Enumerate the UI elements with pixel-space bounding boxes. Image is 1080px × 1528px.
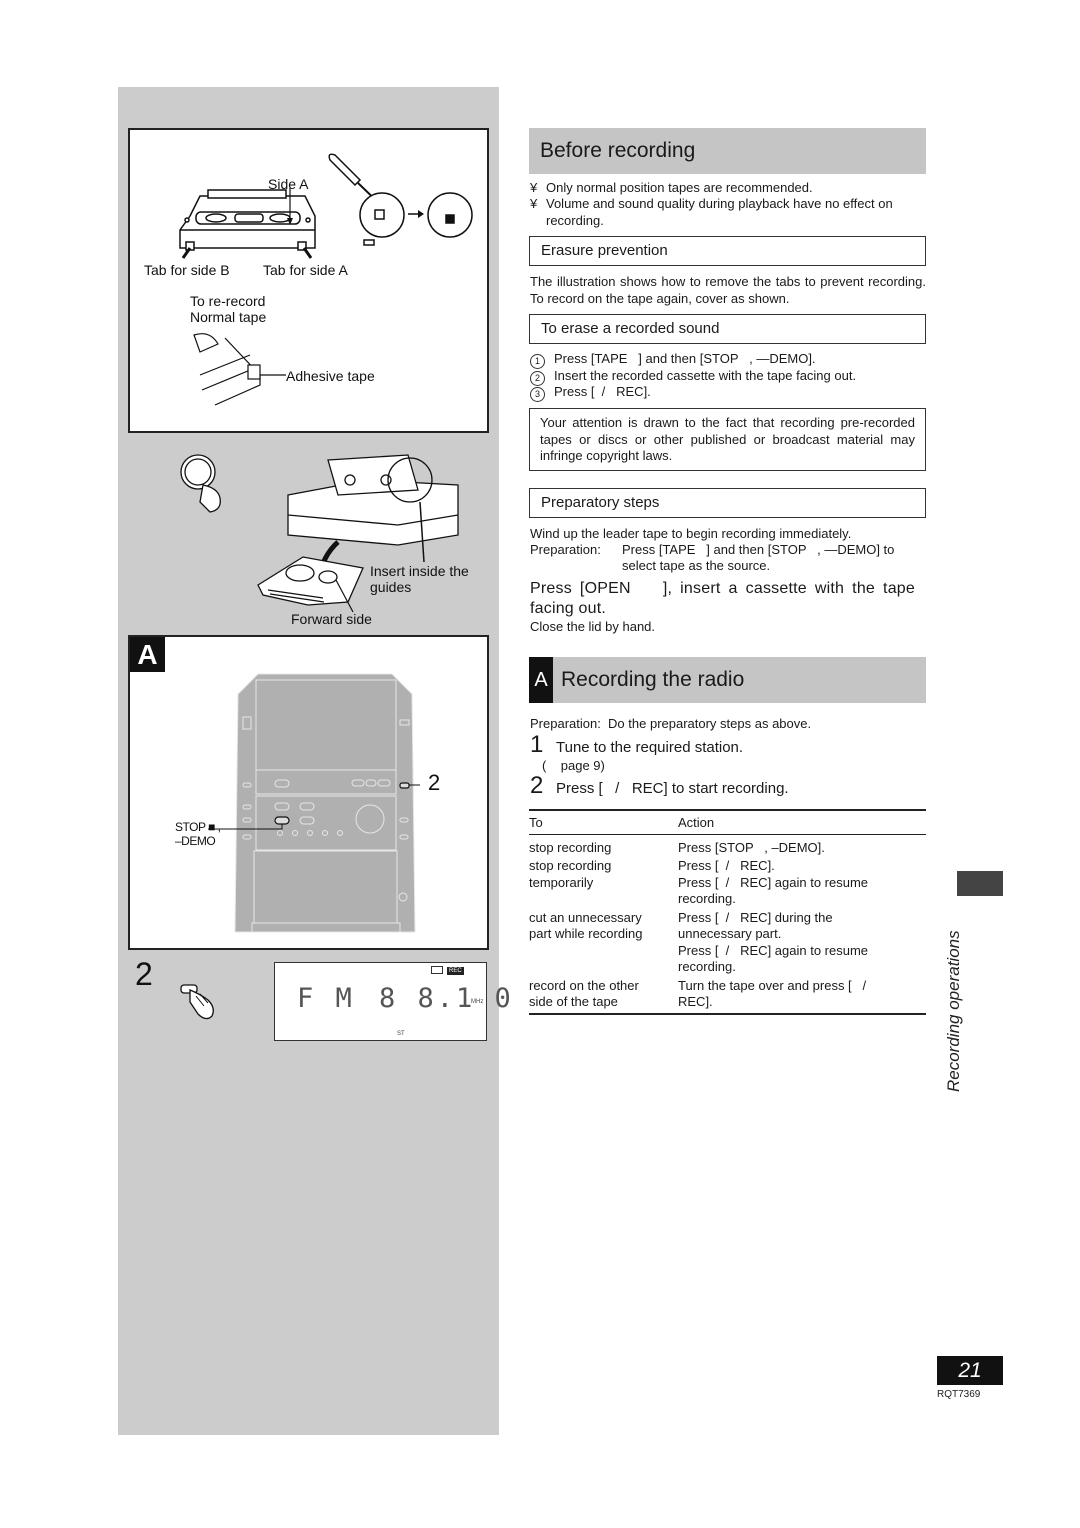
copyright-notice: Your attention is drawn to the fact that… — [529, 408, 926, 471]
cell-to: record on the other side of the tape — [529, 975, 678, 1015]
cassette-icon — [179, 189, 316, 251]
chapter-side-label: Recording operations — [944, 930, 963, 1092]
preparation-label: Preparation: — [530, 542, 601, 557]
preparation-text: Press [TAPE ] and then [STOP , —DEMO] to — [622, 542, 895, 557]
cell-action: Press [ / REC]. Press [ / REC] again to r… — [678, 858, 869, 906]
stereo-front-panel-figure: A STOP ■ , –DEMO 2 — [128, 635, 489, 950]
column-header-to: To — [529, 809, 678, 835]
rerecord-label: To re-record — [190, 293, 266, 309]
preparation-text-cont: select tape as the source. — [622, 558, 771, 573]
lcd-display: REC F M 8 8.1 0 MHz ST — [274, 962, 511, 1041]
table-row: stop recording Press [STOP , –DEMO]. — [529, 834, 926, 856]
rec-indicator: REC — [447, 967, 464, 975]
radio-step-1: 1 Tune to the required station. — [530, 731, 744, 758]
step-number: 2 — [135, 956, 153, 992]
table-row: cut an unnecessary part while recording Pr… — [529, 908, 926, 976]
forward-side-label: Forward side — [291, 611, 372, 627]
radio-step-2: 2 Press [ / REC] to start recording. — [530, 772, 789, 799]
close-lid-note: Close the lid by hand. — [530, 619, 656, 634]
section-badge-a: A — [529, 657, 553, 703]
callout-number-2: 2 — [428, 770, 441, 795]
section-title-before-recording: Before recording — [529, 128, 926, 174]
bullet-item: ¥ Only normal position tapes are recomme… — [530, 180, 813, 195]
lcd-frequency: 8 8.1 0 — [379, 983, 514, 1014]
cell-to: stop recording — [529, 839, 612, 855]
leader-tape-note: Wind up the leader tape to begin recordi… — [530, 526, 852, 541]
tab-side-a-label: Tab for side A — [263, 262, 348, 278]
lcd-band: F M — [297, 983, 355, 1014]
stop-demo-label-line2: –DEMO — [175, 834, 216, 848]
erase-step: 3 Press [ / REC]. — [530, 384, 651, 402]
tab-side-b-label: Tab for side B — [144, 262, 230, 278]
normal-tape-label: Normal tape — [190, 309, 267, 325]
insert-cassette-figure: Insert inside the guides Forward side — [128, 440, 489, 635]
table-header-row: To Action — [529, 809, 926, 835]
cell-to: cut an unnecessary part while recording — [529, 909, 643, 942]
table-row: stop recording temporarily Press [ / REC].… — [529, 856, 926, 908]
bullet-mark: ¥ — [530, 196, 538, 211]
adhesive-tape-illustration — [193, 333, 286, 406]
bullet-item: ¥ Volume and sound quality during playba… — [530, 196, 893, 228]
guides-label-line2: guides — [370, 579, 412, 595]
recording-actions-table: To Action stop recording Press [STOP , –D… — [529, 809, 926, 1015]
stop-button-highlight — [274, 816, 290, 825]
chapter-tab-marker — [957, 871, 1003, 896]
lcd-unit: MHz — [471, 999, 484, 1005]
erasure-prevention-body: The illustration shows how to remove the… — [530, 274, 926, 306]
side-a-label: Side A — [268, 176, 309, 192]
screwdriver-icon — [328, 153, 473, 246]
page-number: 21 — [937, 1356, 1003, 1385]
erase-step: 1 Press [TAPE ] and then [STOP , —DEMO]. — [530, 351, 816, 369]
cell-action: Press [ / REC] during the unnecessary par… — [678, 909, 869, 975]
cell-to: stop recording temporarily — [529, 858, 612, 890]
cassette-tab-illustration — [179, 153, 473, 406]
adhesive-tape-label: Adhesive tape — [286, 368, 375, 384]
cassette-icon — [257, 556, 364, 613]
section-title-recording-radio: A Recording the radio — [529, 657, 926, 703]
subheading-erase-recorded-sound: To erase a recorded sound — [529, 314, 926, 344]
table-row: record on the other side of the tape Turn … — [529, 975, 926, 1015]
insert-cassette-instruction: Press [OPEN ], insert a cassette with th… — [530, 580, 915, 617]
bullet-mark: ¥ — [530, 180, 538, 195]
erasure-prevention-figure: Side A Tab for side B Tab for side A To … — [128, 128, 489, 433]
lcd-stereo: ST — [397, 1031, 405, 1037]
subheading-erasure-prevention: Erasure prevention — [529, 236, 926, 266]
open-button-icon — [180, 454, 221, 513]
subheading-preparatory-steps: Preparatory steps — [529, 488, 926, 518]
cell-action: Press [STOP , –DEMO]. — [678, 839, 825, 855]
column-header-action: Action — [678, 809, 926, 835]
deck-icon — [287, 454, 459, 563]
tape-indicator-icon — [431, 966, 443, 974]
document-code: RQT7369 — [937, 1389, 981, 1400]
cell-action: Turn the tape over and press [ / REC]. — [678, 975, 926, 1015]
press-button-hand-icon — [180, 984, 214, 1020]
guides-label-line1: Insert inside the — [370, 563, 469, 579]
rec-button-highlight — [399, 782, 410, 789]
